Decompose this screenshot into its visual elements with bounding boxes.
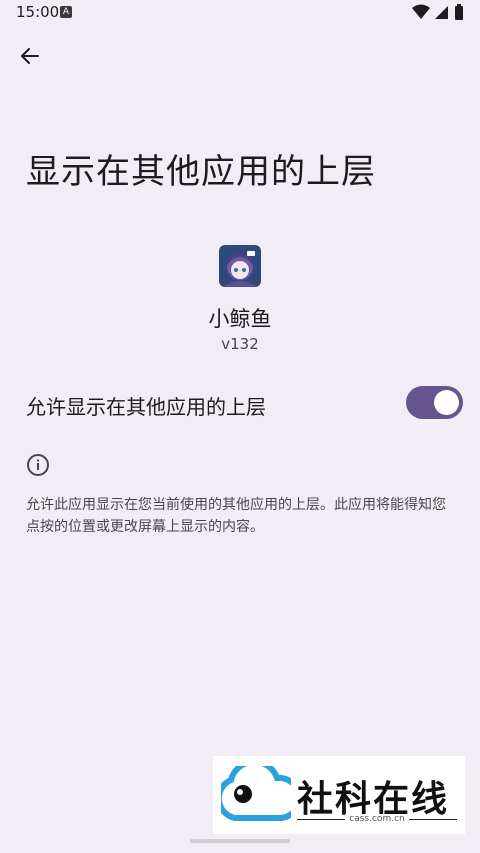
app-version: v132 [221,335,259,353]
permission-description: 允许此应用显示在您当前使用的其他应用的上层。此应用将能得知您点按的位置或更改屏幕… [26,497,446,535]
gesture-nav-handle[interactable] [190,839,290,843]
app-name: 小鲸鱼 [208,307,272,331]
a-icon: A [60,6,72,18]
watermark-url-wrap: cass.com.cn [297,814,457,824]
screen: 15:00 A 显示在其他应用的上层 小鲸鱼 v132 允许显示在其他应用的上层… [0,0,480,853]
status-icons [411,4,464,22]
overlay-permission-label: 允许显示在其他应用的上层 [26,395,266,419]
watermark-url: cass.com.cn [345,814,409,824]
watermark: 社科在线 cass.com.cn [213,756,465,834]
status-bar: 15:00 A [0,0,480,26]
back-button[interactable] [10,36,50,76]
battery-icon [455,4,463,20]
overlay-permission-toggle[interactable] [406,386,463,419]
page-title: 显示在其他应用的上层 [26,152,376,192]
arrow-back-icon [21,48,39,64]
status-time: 15:00 [16,3,60,21]
info-icon [26,453,50,477]
wifi-icon [411,4,430,19]
toggle-thumb [434,390,459,415]
cloud-eye-logo [221,766,291,821]
app-icon [219,245,261,287]
overlay-permission-row[interactable]: 允许显示在其他应用的上层 [0,372,480,434]
signal-icon [434,6,448,19]
